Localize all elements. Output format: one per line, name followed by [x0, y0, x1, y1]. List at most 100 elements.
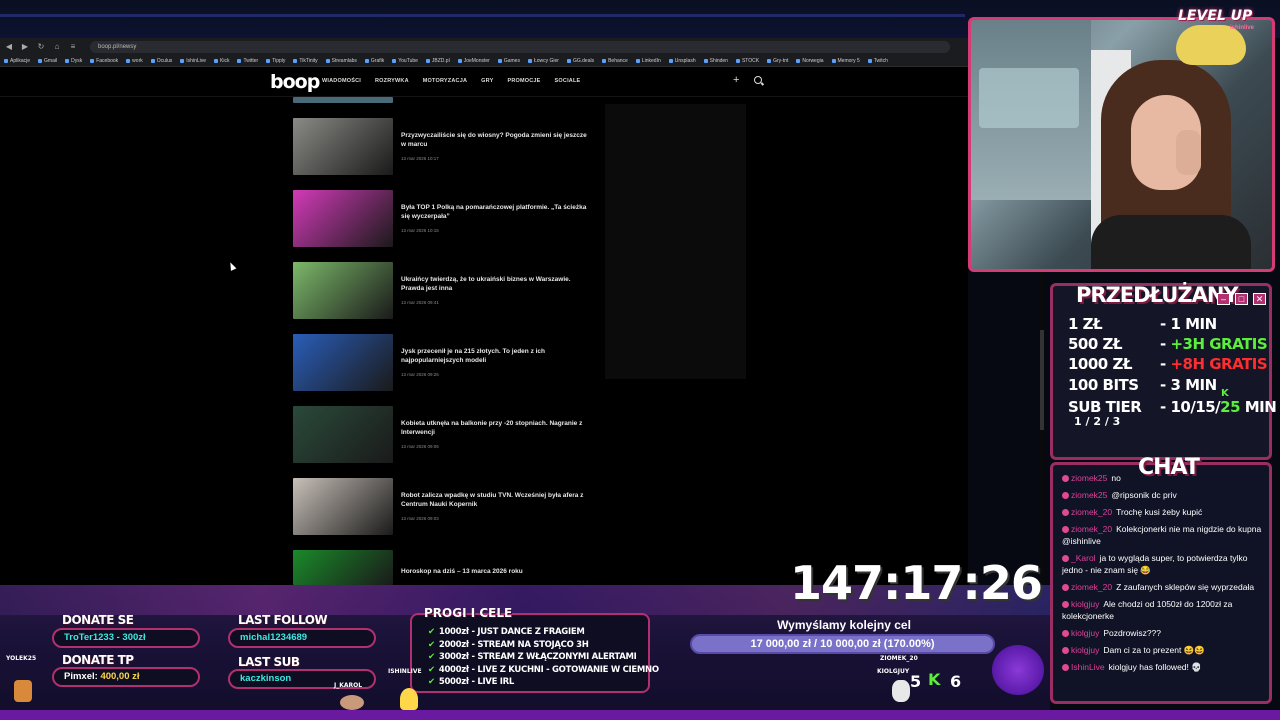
bookmark-item[interactable]: Streamlabs — [325, 57, 357, 64]
article-item[interactable]: Przyzwyczailiście się do wiosny? Pogoda … — [293, 118, 593, 175]
article-thumbnail[interactable] — [293, 97, 393, 103]
article-item[interactable]: Jysk przecenił je na 215 złotych. To jed… — [293, 334, 593, 391]
article-title[interactable]: Ukraińcy twierdzą, że to ukraiński bizne… — [401, 276, 591, 293]
level-up-subtitle: ishinlive — [1230, 25, 1255, 31]
bookmark-item[interactable]: GG.deals — [566, 57, 595, 64]
browser-toolbar: ◀ ▶ ↻ ⌂ ≡ boop.pl/newsy — [0, 38, 968, 55]
bookmark-item[interactable]: work — [126, 58, 143, 64]
article-title[interactable]: Kobieta utknęła na balkonie przy -20 sto… — [401, 420, 591, 437]
article-item[interactable]: Była TOP 1 Polką na pomarańczowej platfo… — [293, 190, 593, 247]
chat-text: Z zaufanych sklepów się wyprzedała — [1116, 582, 1255, 592]
article-title[interactable]: Horoskop na dziś – 13 marca 2026 roku — [401, 568, 591, 577]
site-info-icon[interactable]: ≡ — [68, 42, 78, 52]
rule-desc-text: - 10/15/ — [1160, 398, 1221, 416]
nav-item[interactable]: SOCIALE — [555, 78, 581, 84]
bookmark-item[interactable]: Norwegia — [796, 57, 824, 64]
scrollbar-thumb[interactable] — [1040, 330, 1044, 430]
bookmark-icon — [266, 58, 271, 63]
goals-title: PROGI I CELE — [424, 606, 513, 620]
bookmark-item[interactable]: Twitter — [237, 58, 258, 64]
article-title[interactable]: Jysk przecenił je na 215 złotych. To jed… — [401, 348, 591, 365]
site-navbar: boop WIADOMOŚCI ROZRYWKA MOTORYZACJA GRY PRO… — [0, 67, 968, 97]
goal-text: 5000zł - LIVE IRL — [438, 677, 514, 687]
plus-icon[interactable]: + — [733, 74, 739, 86]
chat-username: _Karol — [1071, 553, 1096, 563]
nav-item[interactable]: MOTORYZACJA — [423, 78, 467, 84]
article-item[interactable]: Robot zalicza wpadkę w studiu TVN. Wcześ… — [293, 478, 593, 535]
bookmark-item[interactable]: Memory 5 — [831, 58, 860, 64]
bookmark-item[interactable]: Łowcy Gier — [527, 58, 559, 64]
bookmark-label: Norwegia — [802, 57, 824, 64]
bookmark-item[interactable]: Twitch — [867, 58, 888, 64]
chat-username: kiolgjuy — [1071, 599, 1100, 609]
article-title[interactable]: Przyzwyczailiście się do wiosny? Pogoda … — [401, 132, 591, 149]
article-title[interactable]: Robot zalicza wpadkę w studiu TVN. Wcześ… — [401, 492, 591, 509]
bookmark-item[interactable]: Gmail — [38, 58, 57, 64]
bookmark-item[interactable]: YouTube — [392, 58, 418, 64]
bookmark-item[interactable]: Kick — [214, 58, 229, 64]
bookmark-label: GG.deals — [572, 57, 595, 64]
nav-item[interactable]: GRY — [481, 78, 493, 84]
goal-item: ✔ 4000zł - LIVE Z KUCHNI - GOTOWANIE W CI… — [428, 665, 659, 675]
chat-message: ziomek25 no — [1062, 472, 1268, 484]
article-item[interactable]: Ukraińcy twierdzą, że to ukraiński bizne… — [293, 262, 593, 319]
bookmark-item[interactable]: IshinLive — [180, 58, 206, 64]
nav-item[interactable]: PROMOCJE — [507, 78, 540, 84]
bookmark-icon — [425, 58, 430, 63]
nav-item[interactable]: ROZRYWKA — [375, 78, 409, 84]
article-thumbnail[interactable] — [293, 478, 393, 535]
article-thumbnail[interactable] — [293, 262, 393, 319]
bookmark-label: Behance — [608, 57, 628, 64]
bookmark-icon — [38, 58, 43, 63]
reload-icon[interactable]: ↻ — [36, 42, 46, 52]
bookmark-icon — [635, 58, 640, 63]
bookmark-item[interactable]: LinkedIn — [635, 57, 661, 64]
article-item[interactable]: Kobieta utknęła na balkonie przy -20 sto… — [293, 406, 593, 463]
address-bar[interactable]: boop.pl/newsy — [90, 40, 950, 53]
bookmark-label: Unsplash — [674, 57, 696, 64]
bookmark-item[interactable]: Aplikacje — [4, 58, 30, 64]
bookmark-item[interactable]: Facebook — [90, 58, 118, 64]
chat-message: ziomek_20 Kolekcjonerki nie ma nigdzie do… — [1062, 523, 1268, 547]
bookmark-icon — [90, 58, 95, 63]
site-logo[interactable]: boop — [270, 71, 320, 93]
article-item[interactable]: Horoskop na dziś – 13 marca 2026 roku — [293, 550, 593, 585]
bookmark-item[interactable]: JoeMonster — [457, 58, 490, 64]
bookmark-item[interactable]: Unsplash — [668, 57, 696, 64]
bookmark-label: LinkedIn — [641, 57, 661, 64]
bookmark-icon — [325, 58, 330, 63]
article-thumbnail[interactable] — [293, 406, 393, 463]
bookmark-item[interactable]: Shinden — [703, 58, 728, 64]
home-icon[interactable]: ⌂ — [52, 42, 62, 52]
bookmark-label: JBZD.pl — [431, 57, 450, 64]
article-thumbnail[interactable] — [293, 550, 393, 585]
nav-item[interactable]: WIADOMOŚCI — [322, 78, 361, 84]
rule-value: 500 ZŁ — [1068, 335, 1123, 353]
bookmarks-bar: Aplikacje Gmail Dysk Facebook work Oculus Ishi… — [0, 55, 968, 67]
bookmark-item[interactable]: Dysk — [65, 58, 82, 64]
search-icon[interactable] — [754, 76, 762, 84]
bookmark-item[interactable]: Games — [497, 58, 520, 64]
chat-message: kiolgjuy Pozdrowisz??? — [1062, 627, 1268, 639]
bookmark-item[interactable]: Gry-tnt — [767, 58, 788, 64]
chat-message: ziomek25 @ripsonik dc priv — [1062, 489, 1268, 501]
goal-item: ✔ 2000zł - STREAM NA STOJĄCO 3H — [428, 640, 589, 650]
bookmark-item[interactable]: JBZD.pl — [425, 57, 450, 64]
bookmark-item[interactable]: TikTinity — [293, 58, 318, 64]
article-thumbnail[interactable] — [293, 190, 393, 247]
article-date: 13 mar 2026 09:41 — [401, 300, 439, 305]
bookmark-item[interactable]: STOCK — [735, 58, 759, 64]
bookmark-item[interactable]: Behance — [602, 58, 628, 64]
bookmark-item[interactable]: Oculus — [150, 58, 172, 64]
article-title[interactable]: Była TOP 1 Polką na pomarańczowej platfo… — [401, 204, 591, 221]
article-thumbnail[interactable] — [293, 334, 393, 391]
back-icon[interactable]: ◀ — [4, 42, 14, 52]
bookmark-label: Streamlabs — [331, 57, 357, 64]
bookmark-item[interactable]: Tipply — [266, 58, 285, 64]
bookmark-item[interactable]: Grafik — [364, 58, 384, 64]
bookmark-label: Gmail — [44, 57, 58, 64]
article-thumbnail[interactable] — [293, 118, 393, 175]
article-date: 13 mar 2026 10:17 — [401, 156, 439, 161]
forward-icon[interactable]: ▶ — [20, 42, 30, 52]
minimize-icon: – — [1217, 293, 1230, 305]
